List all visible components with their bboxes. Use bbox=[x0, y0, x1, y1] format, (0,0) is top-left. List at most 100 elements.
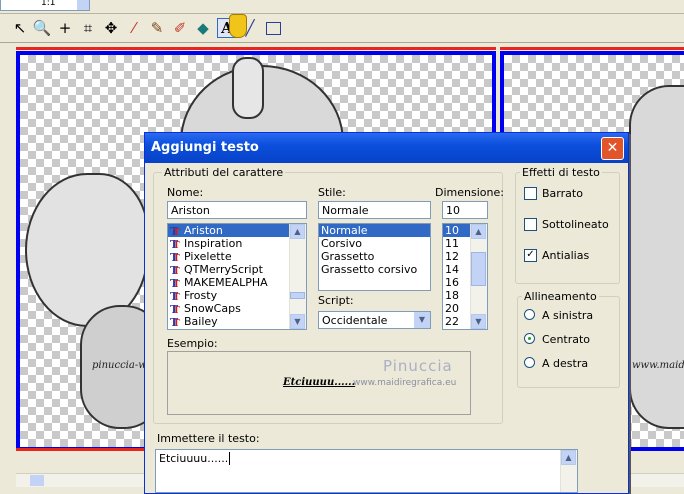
size-list-scrollbar[interactable]: ▲ ▼ bbox=[470, 224, 487, 329]
size-list[interactable]: 10 11 12 14 16 18 20 22 ▲ ▼ bbox=[442, 223, 488, 330]
align-center-label: Centrato bbox=[542, 333, 591, 346]
style-list[interactable]: Normale Corsivo Grassetto Grassetto corsivo bbox=[318, 223, 431, 291]
list-item-label: Inspiration bbox=[184, 237, 243, 250]
list-item[interactable]: TFrosty bbox=[168, 289, 289, 304]
scroll-thumb[interactable] bbox=[30, 475, 44, 486]
list-item[interactable]: TBailey bbox=[168, 315, 289, 329]
list-item-label: 11 bbox=[445, 237, 459, 250]
list-item[interactable]: 10 bbox=[443, 224, 470, 237]
list-item[interactable]: 22 bbox=[443, 315, 470, 328]
truetype-font-icon: T bbox=[170, 239, 181, 252]
text-input-area[interactable]: Etciuuuu...... ▲ bbox=[155, 449, 578, 493]
list-item[interactable]: 18 bbox=[443, 289, 470, 302]
size-label: Dimensione: bbox=[435, 186, 504, 199]
top-strip: 1:1 bbox=[0, 0, 684, 14]
elephant-trunk bbox=[232, 57, 264, 119]
list-item[interactable]: 20 bbox=[443, 302, 470, 315]
font-list[interactable]: TAristonTInspirationTPixeletteTQTMerrySc… bbox=[167, 223, 307, 330]
list-item[interactable]: 11 bbox=[443, 237, 470, 250]
preview-watermark-title: Pinuccia bbox=[383, 357, 453, 375]
list-item[interactable]: 16 bbox=[443, 276, 470, 289]
list-item[interactable]: TMAKEMEALPHA bbox=[168, 276, 289, 291]
pointer-tool-icon[interactable]: ↖ bbox=[10, 18, 30, 38]
doc-top-redline bbox=[16, 47, 496, 50]
watermark-right: www.maidr bbox=[632, 360, 684, 371]
truetype-font-icon: T bbox=[170, 278, 181, 291]
align-center-radio[interactable] bbox=[524, 333, 535, 344]
scroll-down-icon[interactable]: ▼ bbox=[471, 314, 486, 329]
strike-checkbox[interactable] bbox=[524, 187, 537, 200]
font-name-input[interactable]: Ariston bbox=[167, 201, 307, 219]
scroll-up-icon[interactable]: ▲ bbox=[471, 224, 486, 239]
list-item-label: Pixelette bbox=[184, 250, 232, 263]
eraser-tool-icon[interactable]: ✐ bbox=[170, 18, 190, 38]
elephant-right bbox=[629, 85, 684, 429]
zoom-tool-icon[interactable]: 🔍 bbox=[32, 18, 52, 38]
chevron-down-icon[interactable]: ▼ bbox=[414, 312, 430, 328]
strike-label: Barrato bbox=[542, 187, 583, 200]
rectangle-tool-icon[interactable] bbox=[263, 18, 283, 38]
list-item[interactable]: Grassetto bbox=[319, 250, 430, 263]
sample-preview: Pinuccia Etciuuuu...... www.maidiregrafi… bbox=[167, 351, 471, 415]
dialog-titlebar[interactable]: Aggiungi testo ✕ bbox=[145, 133, 628, 163]
fill-tool-icon[interactable]: ◆ bbox=[193, 18, 213, 38]
size-input[interactable]: 10 bbox=[442, 201, 488, 219]
antialias-label: Antialias bbox=[542, 249, 590, 262]
list-item[interactable]: Grassetto corsivo bbox=[319, 263, 430, 276]
script-select[interactable]: Occidentale ▼ bbox=[318, 311, 431, 329]
list-item[interactable]: TInspiration bbox=[168, 237, 289, 252]
scroll-thumb[interactable] bbox=[290, 292, 305, 299]
list-item[interactable]: TAriston bbox=[168, 224, 289, 239]
align-left-label: A sinistra bbox=[542, 309, 594, 322]
crop-tool-icon[interactable]: ⌗ bbox=[78, 18, 98, 38]
doc2-top-redline bbox=[500, 47, 684, 50]
scroll-up-icon[interactable]: ▲ bbox=[561, 450, 576, 465]
scroll-up-icon[interactable]: ▲ bbox=[290, 224, 305, 239]
style-input[interactable]: Normale bbox=[318, 201, 431, 219]
zoom-combo[interactable]: 1:1 bbox=[0, 0, 90, 11]
style-label: Stile: bbox=[318, 186, 346, 199]
list-item[interactable]: 12 bbox=[443, 250, 470, 263]
text-effects-group: Effetti di testo Barrato Sottolineato ✓ … bbox=[515, 166, 620, 284]
truetype-font-icon: T bbox=[170, 252, 181, 265]
text-caret bbox=[229, 452, 231, 465]
list-item[interactable]: TPixelette bbox=[168, 250, 289, 265]
list-item[interactable]: TSnowCaps bbox=[168, 302, 289, 317]
list-item-label: QTMerryScript bbox=[184, 263, 263, 276]
list-item-label: SnowCaps bbox=[184, 302, 241, 315]
align-right-label: A destra bbox=[542, 357, 589, 370]
style-value: Normale bbox=[322, 204, 369, 217]
close-icon[interactable]: ✕ bbox=[601, 137, 624, 160]
text-effects-legend: Effetti di testo bbox=[520, 166, 602, 179]
dropper-tool-icon[interactable]: ⁄ bbox=[124, 18, 144, 38]
font-name-value: Ariston bbox=[171, 204, 210, 217]
sample-label: Esempio: bbox=[167, 337, 218, 350]
align-left-radio[interactable] bbox=[524, 309, 535, 320]
list-item-label: Bailey bbox=[184, 315, 218, 328]
add-text-dialog: Aggiungi testo ✕ Attributi del carattere… bbox=[144, 132, 629, 494]
char-attributes-legend: Attributi del carattere bbox=[162, 166, 286, 179]
scroll-down-icon[interactable]: ▼ bbox=[290, 314, 305, 329]
list-item-label: 14 bbox=[445, 263, 459, 276]
list-item[interactable]: TQTMerryScript bbox=[168, 263, 289, 278]
brush-tool-icon[interactable]: ✎ bbox=[147, 18, 167, 38]
list-item-label: Ariston bbox=[184, 224, 223, 237]
list-item[interactable]: 14 bbox=[443, 263, 470, 276]
crosshair-tool-icon[interactable]: + bbox=[55, 18, 75, 38]
align-right-radio[interactable] bbox=[524, 357, 535, 368]
scroll-thumb[interactable] bbox=[471, 252, 486, 286]
list-item-label: MAKEMEALPHA bbox=[184, 276, 268, 289]
list-item-label: Grassetto bbox=[321, 250, 375, 263]
list-item[interactable]: Corsivo bbox=[319, 237, 430, 250]
list-item-label: Frosty bbox=[184, 289, 218, 302]
move-tool-icon[interactable]: ✥ bbox=[101, 18, 121, 38]
input-label: Immettere il testo: bbox=[157, 432, 260, 445]
text-input-value: Etciuuuu...... bbox=[159, 452, 229, 465]
chevron-down-icon[interactable] bbox=[77, 0, 89, 10]
antialias-checkbox[interactable]: ✓ bbox=[524, 249, 537, 262]
font-list-scrollbar[interactable]: ▲ ▼ bbox=[289, 224, 306, 329]
list-item[interactable]: Normale bbox=[319, 224, 430, 237]
truetype-font-icon: T bbox=[170, 226, 181, 239]
list-item-label: Grassetto corsivo bbox=[321, 263, 418, 276]
underline-checkbox[interactable] bbox=[524, 218, 537, 231]
